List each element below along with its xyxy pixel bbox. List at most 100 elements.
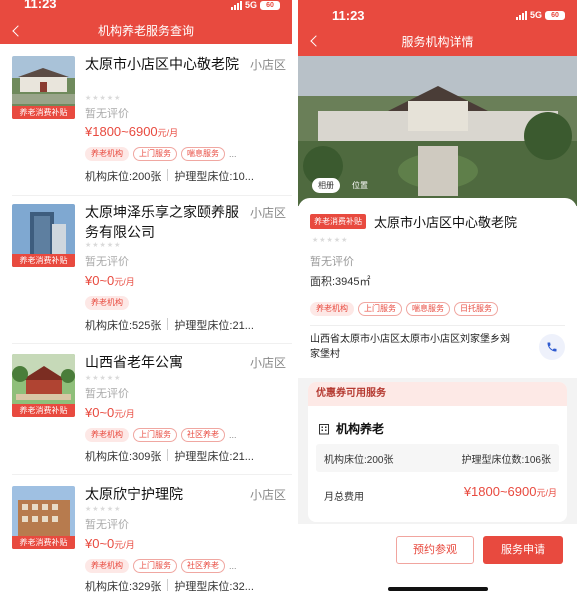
facility-district: 小店区 [249, 488, 286, 502]
price-range: ¥0~0元/月 [85, 405, 135, 420]
service-tag: 上门服务 [358, 302, 402, 316]
divider [12, 474, 292, 475]
divider [167, 579, 169, 591]
list-item[interactable]: 养老消费补贴 山西省老年公寓 小店区 ★★★★★ 暂无评价 ¥0~0元/月 养老… [0, 348, 292, 488]
service-tags: 养老机构 上门服务 喘息服务 日托服务 [310, 302, 498, 316]
status-time: 11:23 [332, 8, 365, 23]
status-indicators: 5G 60 [515, 10, 565, 20]
price-range: ¥0~0元/月 [85, 536, 135, 551]
list-item[interactable]: 养老消费补贴 太原欣宁护理院 小店区 ★★★★★ 暂无评价 ¥0~0元/月 养老… [0, 480, 292, 603]
facility-photo: 养老消费补贴 [12, 486, 75, 549]
back-button[interactable] [10, 21, 26, 41]
tab-location[interactable]: 位置 [346, 178, 374, 193]
phone-icon [547, 342, 557, 352]
fee-label: 月总费用 [324, 492, 364, 503]
battery-icon: 60 [545, 10, 565, 20]
status-time: 11:23 [24, 0, 57, 11]
list-item[interactable]: 养老消费补贴 太原坤泽乐享之家颐养服务有限公司 小店区 ★★★★★ 暂无评价 ¥… [0, 198, 292, 338]
service-tag: 养老机构 [85, 428, 129, 442]
star-rating-icon: ★★★★★ [312, 237, 349, 244]
service-tags: 养老机构 上门服务 社区养老 ... [85, 559, 237, 573]
more-tags: ... [229, 149, 237, 159]
service-bed-row: 机构床位:200张 护理型床位数:106张 [316, 444, 559, 472]
subsidy-badge: 养老消费补贴 [12, 254, 75, 267]
bed-count: 机构床位:200张 [85, 171, 162, 183]
coupon-header: 优惠券可用服务 [308, 382, 567, 406]
bed-count: 机构床位:200张 [324, 454, 394, 466]
price-range: ¥0~0元/月 [85, 273, 135, 288]
detail-header: 11:23 5G 60 服务机构详情 [298, 0, 577, 56]
nursing-bed-count: 护理型床位数:106张 [461, 454, 551, 466]
more-tags: ... [229, 430, 237, 440]
coupon-services-card: 优惠券可用服务 机构养老 机构床位:200张 护理型床位数:106张 月总费用 … [308, 382, 567, 522]
facility-name: 太原坤泽乐享之家颐养服务有限公司 [85, 204, 239, 240]
bed-info: 机构床位:200张 护理型床位:10... [85, 168, 287, 184]
chevron-right-icon[interactable]: > [503, 334, 509, 346]
divider [167, 169, 169, 181]
chevron-left-icon [12, 25, 24, 37]
bed-info: 机构床位:525张 护理型床位:21... [85, 317, 287, 333]
photo-tabs: 相册 位置 [312, 178, 374, 193]
subsidy-badge: 养老消费补贴 [12, 106, 75, 119]
detail-screen: 11:23 5G 60 服务机构详情 相册 位置 养老消费补贴 太原市小店区中心… [298, 0, 577, 603]
service-tag: 喘息服务 [181, 147, 225, 161]
nursing-bed-count: 护理型床位:10... [174, 171, 254, 183]
book-visit-button[interactable]: 预约参观 [396, 536, 474, 564]
phone-button[interactable] [539, 334, 565, 360]
facility-info-card: 养老消费补贴 太原市小店区中心敬老院 ★★★★★ 暂无评价 面积:3945㎡ 养… [298, 198, 577, 378]
rating-text: 暂无评价 [310, 256, 354, 268]
price-unit: 元/月 [114, 540, 135, 550]
service-tags: 养老机构 [85, 296, 129, 310]
tab-album[interactable]: 相册 [312, 178, 340, 193]
network-label: 5G [529, 10, 542, 20]
star-rating-icon: ★★★★★ [85, 242, 122, 249]
back-button[interactable] [308, 31, 324, 51]
list-item[interactable]: 养老消费补贴 太原市小店区中心敬老院 小店区 ★★★★★ 暂无评价 ¥1800~… [0, 50, 292, 190]
service-tag: 养老机构 [85, 559, 129, 573]
divider [12, 343, 292, 344]
price-value: ¥1800~6900 [85, 124, 158, 139]
bed-count: 机构床位:525张 [85, 320, 162, 332]
service-tag: 喘息服务 [406, 302, 450, 316]
service-tag: 社区养老 [181, 559, 225, 573]
facility-photo: 养老消费补贴 [12, 204, 75, 267]
bed-info: 机构床位:329张 护理型床位:32... [85, 578, 287, 594]
facility-name: 太原市小店区中心敬老院 [374, 215, 518, 230]
apply-service-button[interactable]: 服务申请 [483, 536, 563, 564]
service-tag: 上门服务 [133, 559, 177, 573]
rating-text: 暂无评价 [85, 256, 129, 268]
status-bar: 11:23 5G 60 [0, 0, 292, 18]
status-indicators: 5G 60 [230, 0, 280, 10]
action-bar: 预约参观 服务申请 [298, 524, 577, 603]
bed-info: 机构床位:309张 护理型床位:21... [85, 448, 287, 464]
home-indicator[interactable] [388, 587, 488, 591]
price-value: ¥0~0 [85, 536, 115, 551]
divider [167, 449, 169, 461]
rating-text: 暂无评价 [85, 519, 129, 531]
divider [12, 195, 292, 196]
divider [167, 318, 169, 330]
star-rating-icon: ★★★★★ [85, 95, 122, 102]
service-tag: 养老机构 [85, 296, 129, 310]
bed-count: 机构床位:309张 [85, 451, 162, 463]
facility-photo: 养老消费补贴 [12, 354, 75, 417]
facility-address[interactable]: 山西省太原市小店区太原市小店区刘家堡乡刘家堡村 [310, 332, 510, 362]
price-unit: 元/月 [114, 277, 135, 287]
facility-district: 小店区 [249, 206, 286, 220]
service-tag: 日托服务 [454, 302, 498, 316]
subsidy-badge: 养老消费补贴 [12, 404, 75, 417]
price-range: ¥1800~6900元/月 [85, 124, 178, 139]
page-title: 服务机构详情 [401, 35, 474, 49]
nav-bar: 服务机构详情 [298, 28, 577, 56]
list-screen: 11:23 5G 60 机构养老服务查询 养老消费补贴 太原市小店区中心敬老院 … [0, 0, 292, 603]
service-tag: 社区养老 [181, 428, 225, 442]
battery-icon: 60 [260, 0, 280, 10]
service-tag: 养老机构 [310, 302, 354, 316]
service-tag: 养老机构 [85, 147, 129, 161]
rating-text: 暂无评价 [85, 108, 129, 120]
subsidy-badge: 养老消费补贴 [310, 214, 366, 229]
star-rating-icon: ★★★★★ [85, 375, 122, 382]
nav-bar: 机构养老服务查询 [0, 18, 292, 44]
fee-unit: 元/月 [536, 488, 557, 498]
fee-amount: ¥1800~6900 [463, 484, 537, 499]
